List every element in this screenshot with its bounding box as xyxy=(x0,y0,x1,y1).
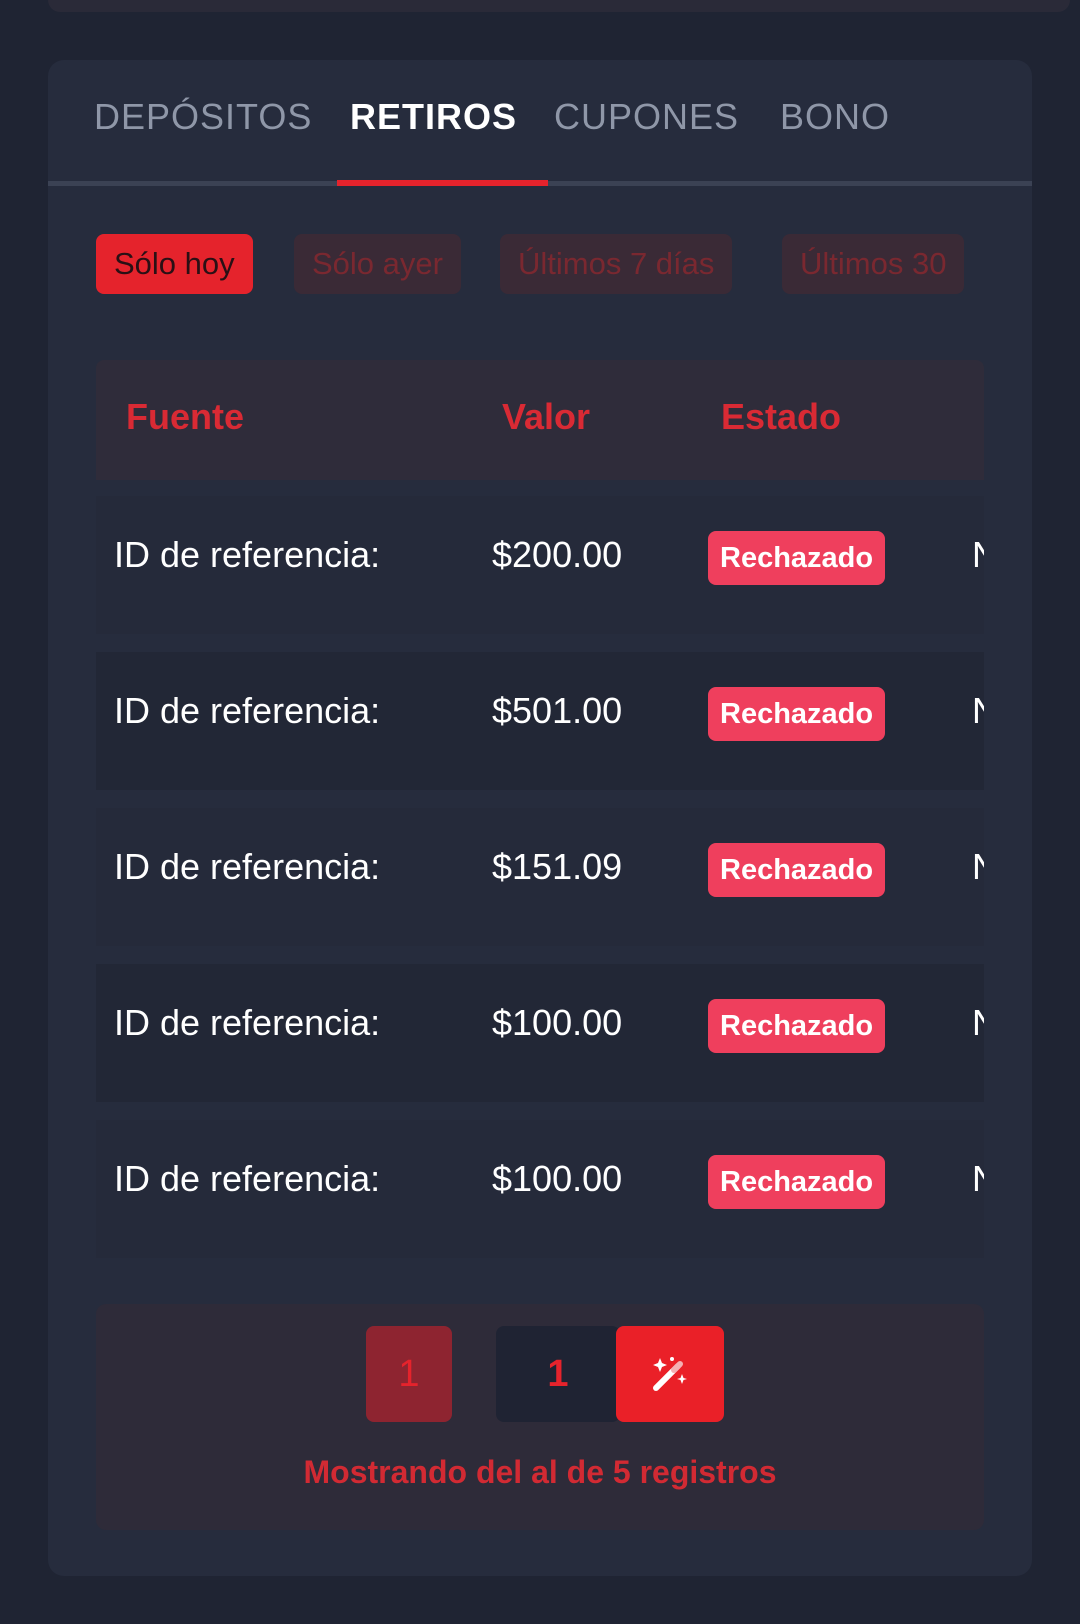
status-badge: Rechazado xyxy=(708,999,886,1053)
row-source: ID de referencia: xyxy=(114,534,381,575)
table-row[interactable]: ID de referencia: $501.00 Rechazado N xyxy=(96,652,984,790)
row-source: ID de referencia: xyxy=(114,1002,381,1043)
tab-retiros[interactable]: RETIROS xyxy=(350,96,517,146)
row-value: $151.09 xyxy=(492,846,623,887)
row-truncated-cell: N xyxy=(972,1158,984,1200)
row-source: ID de referencia: xyxy=(114,690,381,731)
active-tab-indicator xyxy=(337,180,548,186)
row-value: $200.00 xyxy=(492,534,623,575)
status-badge: Rechazado xyxy=(708,687,886,741)
row-truncated-cell: N xyxy=(972,534,984,576)
row-value: $100.00 xyxy=(492,1002,623,1043)
header-estado: Estado xyxy=(721,396,842,437)
row-truncated-cell: N xyxy=(972,690,984,732)
tab-cupones[interactable]: CUPONES xyxy=(554,96,739,146)
filter-solo-hoy[interactable]: Sólo hoy xyxy=(96,234,253,294)
pagination-info: Mostrando del al de 5 registros xyxy=(303,1454,777,1490)
table-row[interactable]: ID de referencia: $151.09 Rechazado N xyxy=(96,808,984,946)
status-badge: Rechazado xyxy=(708,531,886,585)
date-filter-bar: Sólo hoy Sólo ayer Últimos 7 días Último… xyxy=(96,234,1032,296)
table-row[interactable]: ID de referencia: $100.00 Rechazado N xyxy=(96,1120,984,1258)
status-badge: Rechazado xyxy=(708,1155,886,1209)
row-truncated-cell: N xyxy=(972,846,984,888)
pagination: 1 1 Mostrando del al de 5 registros xyxy=(96,1304,984,1530)
transactions-card: DEPÓSITOS RETIROS CUPONES BONO Sólo hoy … xyxy=(48,60,1032,1576)
tab-bono[interactable]: BONO xyxy=(780,96,890,146)
withdrawals-table: Fuente Valor Estado ID de referencia: $2… xyxy=(96,360,984,1260)
tab-bar: DEPÓSITOS RETIROS CUPONES BONO xyxy=(48,60,1032,186)
header-fuente: Fuente xyxy=(126,396,245,437)
table-header: Fuente Valor Estado xyxy=(96,360,984,480)
filter-ultimos-7-dias[interactable]: Últimos 7 días xyxy=(500,234,733,294)
row-value: $501.00 xyxy=(492,690,623,731)
row-source: ID de referencia: xyxy=(114,846,381,887)
page-first-button[interactable]: 1 xyxy=(366,1326,452,1422)
row-source: ID de referencia: xyxy=(114,1158,381,1199)
page-current-button[interactable]: 1 xyxy=(496,1326,620,1422)
filter-solo-ayer[interactable]: Sólo ayer xyxy=(294,234,461,294)
header-valor: Valor xyxy=(502,396,591,437)
tab-depositos[interactable]: DEPÓSITOS xyxy=(94,96,312,146)
filter-ultimos-30[interactable]: Últimos 30 xyxy=(782,234,965,294)
row-truncated-cell: N xyxy=(972,1002,984,1044)
magic-wand-icon xyxy=(653,1357,687,1391)
top-strip xyxy=(48,0,1070,12)
row-value: $100.00 xyxy=(492,1158,623,1199)
table-row[interactable]: ID de referencia: $100.00 Rechazado N xyxy=(96,964,984,1102)
status-badge: Rechazado xyxy=(708,843,886,897)
magic-wand-button[interactable] xyxy=(616,1326,724,1422)
table-row[interactable]: ID de referencia: $200.00 Rechazado N xyxy=(96,496,984,634)
